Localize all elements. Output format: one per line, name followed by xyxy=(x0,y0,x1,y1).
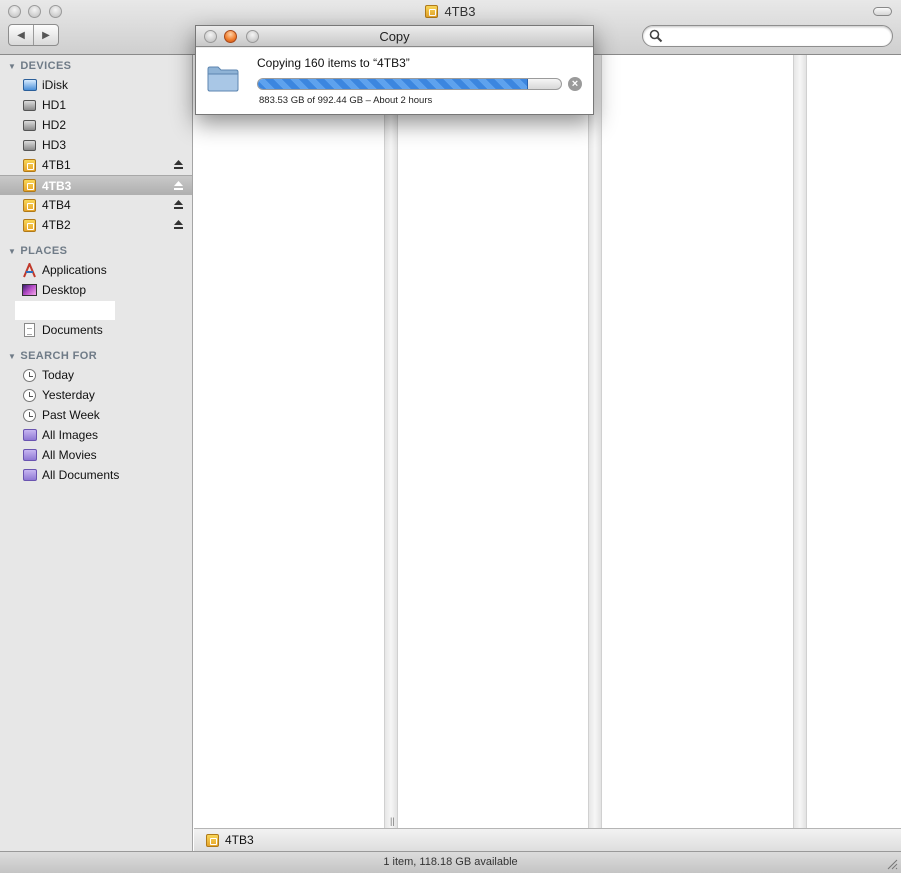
external-volume-icon xyxy=(22,218,37,233)
desktop-icon xyxy=(22,283,37,298)
folder-icon xyxy=(207,66,239,92)
sidebar-item-documents[interactable]: Documents xyxy=(0,320,192,340)
sidebar-item-4tb2[interactable]: 4TB2 xyxy=(0,215,192,235)
column-browser[interactable]: || xyxy=(194,55,901,828)
sidebar-item-applications[interactable]: Applications xyxy=(0,260,192,280)
devices-heading[interactable]: ▼ DEVICES xyxy=(8,60,71,72)
sidebar-item-yesterday[interactable]: Yesterday xyxy=(0,385,192,405)
back-button[interactable]: ◀ xyxy=(9,25,33,45)
disclosure-triangle-icon[interactable]: ▼ xyxy=(8,62,16,71)
forward-button[interactable]: ▶ xyxy=(33,25,58,45)
eject-icon[interactable] xyxy=(173,199,184,210)
documents-icon xyxy=(22,323,37,338)
eject-icon[interactable] xyxy=(173,159,184,170)
applications-icon xyxy=(22,262,37,278)
status-text: 1 item, 118.18 GB available xyxy=(383,856,518,868)
column-divider[interactable] xyxy=(793,55,807,828)
sidebar-item-all-images[interactable]: All Images xyxy=(0,425,192,445)
dialog-title: Copy xyxy=(379,29,410,44)
column-resize-handle-icon[interactable]: || xyxy=(390,816,395,826)
column-divider[interactable] xyxy=(384,55,398,828)
sidebar-item-all-movies[interactable]: All Movies xyxy=(0,445,192,465)
window-title-label: 4TB3 xyxy=(444,4,476,19)
sidebar-item-past-week[interactable]: Past Week xyxy=(0,405,192,425)
eject-icon[interactable] xyxy=(173,219,184,230)
external-volume-icon xyxy=(425,5,439,18)
clock-icon xyxy=(22,368,37,383)
search-for-heading[interactable]: ▼ SEARCH FOR xyxy=(8,350,97,362)
copy-progress-fill xyxy=(258,79,528,89)
copy-message: Copying 160 items to “4TB3” xyxy=(257,56,410,70)
hard-drive-icon xyxy=(22,98,37,113)
sidebar-item-today[interactable]: Today xyxy=(0,365,192,385)
dialog-body: Copying 160 items to “4TB3” × 883.53 GB … xyxy=(196,48,593,114)
hard-drive-icon xyxy=(22,118,37,133)
sidebar-item-hd2[interactable]: HD2 xyxy=(0,115,192,135)
smart-folder-icon xyxy=(22,428,37,443)
external-volume-icon xyxy=(22,198,37,213)
clock-icon xyxy=(22,408,37,423)
sidebar-item-4tb4[interactable]: 4TB4 xyxy=(0,195,192,215)
path-bar: 4TB3 xyxy=(194,828,901,851)
smart-folder-icon xyxy=(22,448,37,463)
copy-progress-bar xyxy=(257,78,562,90)
disclosure-triangle-icon[interactable]: ▼ xyxy=(8,247,16,256)
idisk-icon xyxy=(22,78,37,93)
column-divider[interactable] xyxy=(588,55,602,828)
external-volume-icon xyxy=(206,833,219,847)
sidebar-item-desktop[interactable]: Desktop xyxy=(0,280,192,300)
places-heading[interactable]: ▼ PLACES xyxy=(8,245,67,257)
search-input[interactable] xyxy=(667,28,882,44)
resize-grip-icon[interactable] xyxy=(886,858,898,870)
sidebar-item-idisk[interactable]: iDisk xyxy=(0,75,192,95)
back-forward-control: ◀ ▶ xyxy=(8,24,59,46)
disclosure-triangle-icon[interactable]: ▼ xyxy=(8,352,16,361)
forward-arrow-icon: ▶ xyxy=(42,29,50,41)
cancel-icon: × xyxy=(571,78,579,90)
sidebar: ▼ DEVICES iDisk HD1 HD2 HD3 4TB1 4TB3 4TB… xyxy=(0,55,193,851)
back-arrow-icon: ◀ xyxy=(17,29,25,41)
toolbar-toggle-button[interactable] xyxy=(873,7,892,16)
eject-icon[interactable] xyxy=(173,180,184,191)
smart-folder-icon xyxy=(22,468,37,483)
external-volume-icon xyxy=(22,178,37,193)
external-volume-icon xyxy=(22,158,37,173)
hard-drive-icon xyxy=(22,138,37,153)
sidebar-item-hd3[interactable]: HD3 xyxy=(0,135,192,155)
search-icon xyxy=(649,29,663,43)
clock-icon xyxy=(22,388,37,403)
dialog-titlebar[interactable]: Copy xyxy=(196,26,593,47)
stop-copy-button[interactable]: × xyxy=(568,77,582,91)
redacted-sidebar-item xyxy=(15,301,115,320)
sidebar-item-hd1[interactable]: HD1 xyxy=(0,95,192,115)
window-title: 4TB3 xyxy=(0,4,901,19)
sidebar-item-all-documents[interactable]: All Documents xyxy=(0,465,192,485)
status-bar: 1 item, 118.18 GB available xyxy=(0,851,901,873)
search-field[interactable] xyxy=(642,25,893,47)
path-item-4tb3[interactable]: 4TB3 xyxy=(225,833,254,847)
sidebar-item-4tb1[interactable]: 4TB1 xyxy=(0,155,192,175)
sidebar-item-4tb3[interactable]: 4TB3 xyxy=(0,175,192,195)
copy-progress-dialog: Copy Copying 160 items to “4TB3” × 883.5… xyxy=(195,25,594,115)
copy-detail: 883.53 GB of 992.44 GB – About 2 hours xyxy=(259,95,433,106)
